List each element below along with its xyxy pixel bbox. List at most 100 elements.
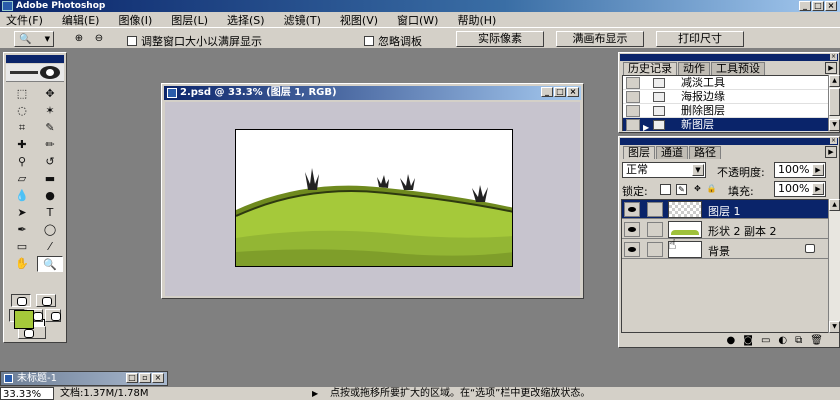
gradient-tool-icon[interactable]: ▬ (37, 171, 63, 187)
close-icon[interactable]: × (830, 54, 837, 60)
scroll-down-icon[interactable]: ▼ (829, 119, 840, 131)
tab-actions[interactable]: 动作 (678, 62, 710, 75)
eyedropper-tool-icon[interactable]: ⁄ (37, 239, 63, 255)
layer-row-shape-2-copy-2[interactable]: 形状 2 副本 2 (622, 220, 829, 239)
history-scrollbar[interactable]: ▲ ▼ (828, 75, 840, 131)
palette-title-bar[interactable]: × (620, 54, 838, 61)
eye-icon[interactable] (624, 222, 640, 237)
tab-paths[interactable]: 路径 (689, 146, 721, 159)
maximize-icon[interactable]: □ (554, 87, 566, 97)
zoom-out-icon[interactable]: ⊖ (92, 32, 106, 46)
adjustment-layer-icon[interactable]: ◐ (778, 334, 787, 347)
image-canvas[interactable] (235, 129, 513, 267)
layer-mask-icon[interactable]: ◙ (743, 334, 753, 347)
new-layer-icon[interactable]: ⧉ (795, 334, 802, 347)
tab-channels[interactable]: 通道 (656, 146, 688, 159)
print-size-button[interactable]: 打印尺寸 (656, 31, 744, 47)
close-icon[interactable]: × (567, 87, 579, 97)
document-workspace[interactable] (165, 102, 580, 296)
history-item[interactable]: 删除图层 (623, 104, 828, 118)
close-icon[interactable]: × (830, 138, 837, 144)
hand-tool-icon[interactable]: ✋ (9, 256, 35, 272)
history-state-slider-icon[interactable]: ▶ (643, 121, 649, 134)
link-icon[interactable] (647, 222, 663, 237)
shape-tool-icon[interactable]: ◯ (37, 222, 63, 238)
palette-menu-arrow-icon[interactable]: ▶ (825, 62, 837, 74)
layer-style-icon[interactable]: ● (727, 334, 736, 347)
menu-image[interactable]: 图像(I) (118, 12, 152, 28)
brush-tool-icon[interactable]: ✏ (37, 137, 63, 153)
fill-input[interactable]: 100% ▶ (774, 181, 826, 197)
scroll-up-icon[interactable]: ▲ (829, 199, 840, 211)
toolbox-logo[interactable] (6, 64, 64, 82)
close-icon[interactable]: × (825, 1, 837, 11)
history-source-box[interactable] (626, 119, 640, 131)
close-icon[interactable]: × (152, 373, 164, 383)
lock-all-icon[interactable]: 🔒 (706, 184, 717, 195)
link-icon[interactable] (647, 242, 663, 257)
blend-mode-select[interactable]: 正常 ▼ (622, 162, 706, 178)
toolbox-title-bar[interactable] (6, 55, 64, 63)
lock-position-icon[interactable]: ✥ (692, 184, 703, 195)
delete-layer-icon[interactable]: 🗑 (810, 334, 823, 347)
document-size-info[interactable]: 文档:1.37M/1.78M (60, 387, 149, 400)
history-source-box[interactable] (626, 77, 640, 89)
opacity-input[interactable]: 100% ▶ (774, 162, 826, 178)
blur-tool-icon[interactable]: 💧 (9, 188, 35, 204)
scroll-up-icon[interactable]: ▲ (829, 75, 840, 87)
zoom-in-icon[interactable]: ⊕ (72, 32, 86, 46)
pen-tool-icon[interactable]: ✒ (9, 222, 35, 238)
actual-pixels-button[interactable]: 实际像素 (456, 31, 544, 47)
tab-history[interactable]: 历史记录 (623, 62, 677, 75)
slice-tool-icon[interactable]: ✎ (37, 120, 63, 136)
zoom-level-input[interactable]: 33.33% (0, 387, 54, 400)
zoom-tool-icon[interactable]: 🔍 (37, 256, 63, 272)
minimize-icon[interactable]: _ (799, 1, 811, 11)
menu-select[interactable]: 选择(S) (227, 12, 265, 28)
maximize-icon[interactable]: □ (812, 1, 824, 11)
menu-file[interactable]: 文件(F) (6, 12, 43, 28)
healing-brush-tool-icon[interactable]: ✚ (9, 137, 35, 153)
menu-filter[interactable]: 滤镜(T) (284, 12, 321, 28)
scroll-down-icon[interactable]: ▼ (829, 321, 840, 333)
layer-row-layer-1[interactable]: 图层 1 (622, 200, 829, 219)
layer-row-background[interactable]: 背景 (622, 240, 829, 259)
maximize-icon[interactable]: ▫ (139, 373, 151, 383)
crop-tool-icon[interactable]: ⌗ (9, 120, 35, 136)
menu-edit[interactable]: 编辑(E) (62, 12, 100, 28)
eye-icon[interactable] (624, 242, 640, 257)
dodge-tool-icon[interactable]: ● (37, 188, 63, 204)
marquee-tool-icon[interactable]: ⬚ (9, 86, 35, 102)
eye-icon[interactable] (624, 202, 640, 217)
magic-wand-tool-icon[interactable]: ✶ (37, 103, 63, 119)
lock-image-icon[interactable]: ✎ (676, 184, 687, 195)
menu-window[interactable]: 窗口(W) (397, 12, 438, 28)
history-source-box[interactable] (626, 91, 640, 103)
restore-icon[interactable]: □ (126, 373, 138, 383)
tool-preset-picker[interactable]: 🔍 ▼ (14, 31, 54, 47)
eraser-tool-icon[interactable]: ▱ (9, 171, 35, 187)
clone-stamp-tool-icon[interactable]: ⚲ (9, 154, 35, 170)
document-title-bar[interactable]: 2.psd @ 33.3% (图层 1, RGB) _ □ × (164, 86, 581, 100)
path-selection-tool-icon[interactable]: ➤ (9, 205, 35, 221)
resize-windows-checkbox[interactable]: 调整窗口大小以满屏显示 (127, 33, 262, 49)
scroll-thumb[interactable] (829, 88, 840, 116)
ignore-palettes-checkbox[interactable]: 忽略调板 (364, 33, 422, 49)
notes-tool-icon[interactable]: ▭ (9, 239, 35, 255)
layer-set-icon[interactable]: ▭ (761, 334, 770, 347)
move-tool-icon[interactable]: ✥ (37, 86, 63, 102)
menu-help[interactable]: 帮助(H) (457, 12, 496, 28)
history-source-box[interactable] (626, 105, 640, 117)
brush-link-icon[interactable] (647, 202, 663, 217)
lasso-tool-icon[interactable]: ◌ (9, 103, 35, 119)
fit-on-screen-button[interactable]: 满画布显示 (556, 31, 644, 47)
tab-tool-presets[interactable]: 工具预设 (711, 62, 765, 75)
quick-mask-mode-button[interactable] (36, 294, 56, 307)
history-brush-tool-icon[interactable]: ↺ (37, 154, 63, 170)
minimize-icon[interactable]: _ (541, 87, 553, 97)
menu-view[interactable]: 视图(V) (340, 12, 378, 28)
minimized-document[interactable]: 未标题-1 □ ▫ × (0, 371, 168, 386)
layers-scrollbar[interactable]: ▲ ▼ (828, 199, 840, 333)
tab-layers[interactable]: 图层 (623, 146, 655, 159)
menu-layer[interactable]: 图层(L) (171, 12, 208, 28)
